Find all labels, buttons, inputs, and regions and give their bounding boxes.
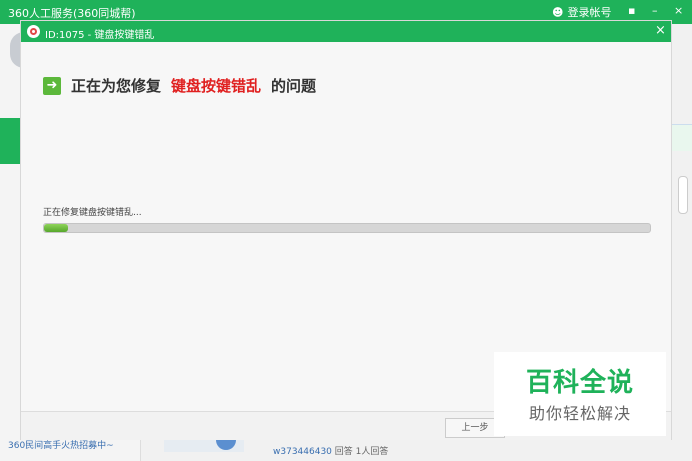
dialog-title: ID:1075 - 键盘按键错乱 — [45, 30, 155, 41]
repair-progress-bar — [43, 223, 651, 233]
background-app-title: 360人工服务(360同城帮) — [8, 7, 136, 20]
login-button[interactable]: ☻ 登录帐号 — [552, 4, 611, 20]
lifebuoy-icon — [27, 25, 40, 38]
watermark-title: 百科全说 — [525, 368, 634, 398]
watermark: 百科全说 助你轻松解决 — [494, 352, 666, 436]
dialog-titlebar: ID:1075 - 键盘按键错乱 × — [21, 21, 671, 42]
progress-fill — [44, 224, 69, 232]
minimize-button[interactable]: – — [652, 4, 658, 17]
heading-suffix: 的问题 — [271, 77, 317, 95]
heading-prefix: 正在为您修复 — [71, 77, 162, 95]
close-window-button[interactable]: × — [674, 4, 683, 17]
dialog-close-button[interactable]: × — [655, 23, 666, 38]
login-label: 登录帐号 — [567, 6, 612, 19]
background-right-panel — [672, 124, 692, 151]
watermark-subtitle: 助你轻松解决 — [528, 404, 631, 423]
heading-issue: 键盘按键错乱 — [171, 77, 262, 95]
background-scrollbar[interactable] — [678, 176, 688, 214]
answer-meta: w373446430 回答 1人回答 — [273, 444, 388, 457]
arrow-right-icon: ➜ — [43, 76, 61, 95]
background-sidebar-active-tab[interactable] — [0, 118, 20, 164]
user-icon: ☻ — [552, 5, 564, 19]
user-link[interactable]: w373446430 — [273, 447, 332, 457]
repair-heading: ➜ 正在为您修复 键盘按键错乱 的问题 — [43, 75, 316, 96]
chat-icon[interactable]: ▪ — [628, 4, 635, 17]
repair-status-text: 正在修复键盘按键错乱... — [43, 208, 142, 218]
answer-count: 回答 1人回答 — [334, 447, 389, 457]
